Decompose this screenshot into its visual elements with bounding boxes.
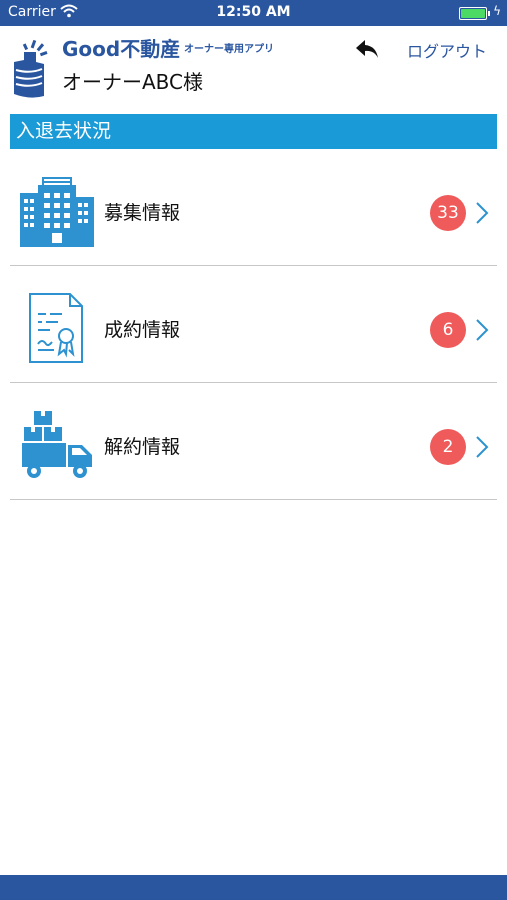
logout-button[interactable]: ログアウト: [407, 38, 487, 62]
back-arrow-icon[interactable]: [354, 38, 380, 60]
moving-truck-icon: [22, 411, 92, 478]
bottom-bar: [0, 875, 507, 900]
charging-icon: ϟ: [493, 4, 501, 18]
chevron-right-icon: [476, 436, 489, 458]
contract-document-icon: [29, 293, 83, 363]
count-badge: 2: [430, 429, 466, 465]
list-item-cancellation[interactable]: 解約情報 2: [10, 383, 497, 500]
list-item-label: 成約情報: [104, 319, 181, 341]
section-title: 入退去状況: [16, 120, 112, 142]
list-item-label: 募集情報: [104, 202, 181, 224]
count-badge: 6: [430, 312, 466, 348]
section-header: 入退去状況: [10, 114, 497, 149]
header: Good不動産 オーナー専用アプリ オーナーABC様 ログアウト: [0, 26, 507, 112]
list-item-recruitment[interactable]: 募集情報 33: [10, 149, 497, 266]
app-logo-icon: [14, 39, 48, 98]
chevron-right-icon: [476, 202, 489, 224]
battery-icon: [459, 7, 490, 20]
brand-subtitle: オーナー専用アプリ: [184, 44, 274, 55]
building-icon: [20, 177, 94, 247]
brand-title: Good不動産: [62, 37, 181, 61]
status-bar: Carrier 12:50 AM ϟ: [0, 0, 507, 26]
list-item-label: 解約情報: [104, 436, 181, 458]
status-list: 募集情報 33 成約情報 6 解約情報 2: [10, 149, 497, 500]
clock: 12:50 AM: [216, 4, 291, 20]
owner-name: オーナーABC様: [62, 70, 204, 94]
list-item-contracted[interactable]: 成約情報 6: [10, 266, 497, 383]
chevron-right-icon: [476, 319, 489, 341]
count-badge: 33: [430, 195, 466, 231]
